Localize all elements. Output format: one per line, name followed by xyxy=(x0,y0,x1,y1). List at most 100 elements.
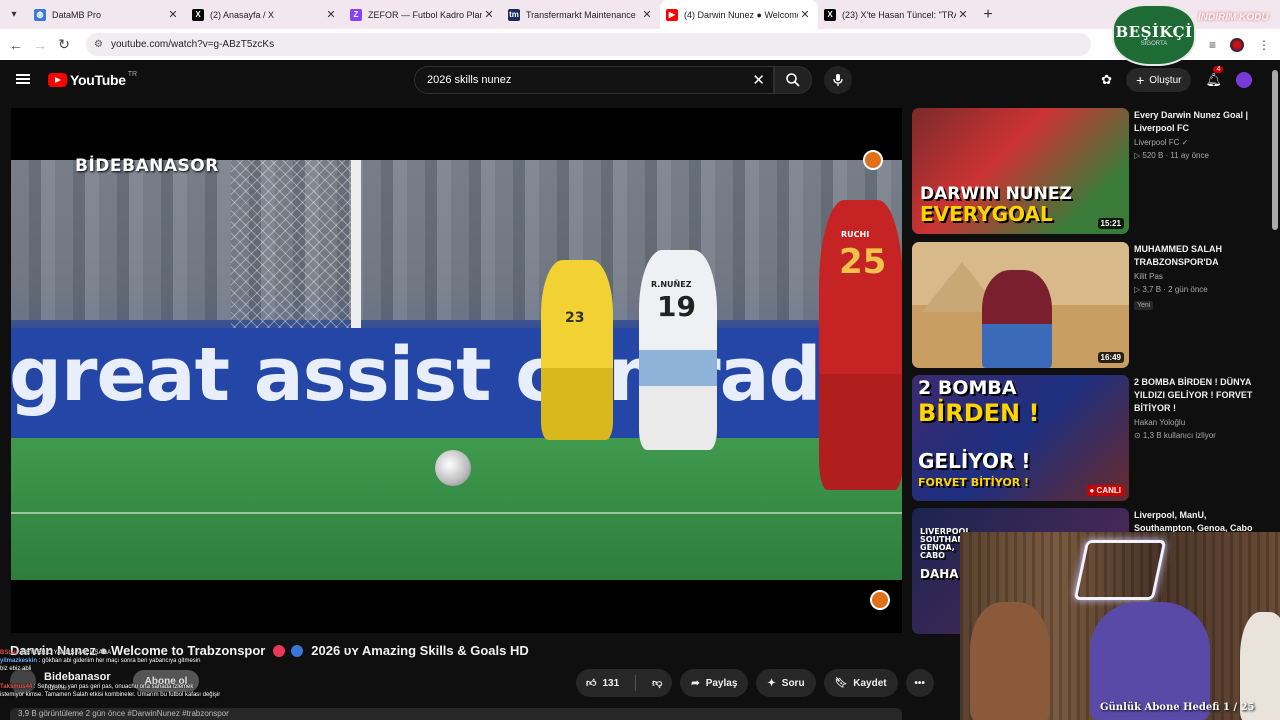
defender-name: RUCHI xyxy=(841,230,870,239)
reload-icon[interactable]: ↻ xyxy=(52,36,76,53)
browser-toolbar: ← → ↻ ⚙ youtube.com/watch?v=g-ABzT5zcKs … xyxy=(0,29,1280,60)
create-button[interactable]: + Oluştur xyxy=(1126,68,1192,92)
thumbnail-text: FORVET BİTİYOR ! xyxy=(918,476,1030,489)
close-icon[interactable]: ✕ xyxy=(324,8,338,21)
clear-search-icon[interactable]: ✕ xyxy=(752,71,765,89)
more-actions-button[interactable]: ••• xyxy=(905,669,934,697)
recommendation-item[interactable]: 2 BOMBA BİRDEN ! GELİYOR ! FORVET BİTİYO… xyxy=(912,375,1272,503)
chat-text: biz ebiz abli xyxy=(0,666,32,672)
share-label: Paylaş xyxy=(705,677,738,689)
tab-x-home[interactable]: X (2) Anasayfa / X ✕ xyxy=(186,0,344,29)
notification-badge: 4 xyxy=(1213,66,1224,73)
tab-youtube-active[interactable]: ▶ (4) Darwin Nunez ● Welcome to ✕ xyxy=(660,0,818,29)
close-icon[interactable]: ✕ xyxy=(166,8,180,21)
tab-x-hasan[interactable]: X (23) X'te Hasan Tüncel: "TRABZ ✕ xyxy=(818,0,976,29)
recommendation-title[interactable]: 2 BOMBA BİRDEN ! DÜNYA YILDIZI GELİYOR !… xyxy=(1134,376,1258,415)
search-button[interactable] xyxy=(774,66,812,94)
subscriber-goal-counter: Günlük Abone Hedefi 1 / 25 xyxy=(1100,702,1255,713)
video-thumbnail[interactable]: 2 BOMBA BİRDEN ! GELİYOR ! FORVET BİTİYO… xyxy=(912,375,1129,501)
video-thumbnail[interactable]: DARWIN NUNEZ EVERYGOAL 15:21 xyxy=(912,108,1129,234)
browser-tab-strip: ▾ ◍ DataMB Pro ✕ X (2) Anasayfa / X ✕ Z … xyxy=(0,0,1280,29)
url-text: youtube.com/watch?v=g-ABzT5zcKs xyxy=(110,39,275,50)
chat-message: yilmazkeskin : gökhan abi gideriim her m… xyxy=(0,658,201,664)
striker-name: R.NUÑEZ xyxy=(651,280,692,289)
share-button[interactable]: ➦ Paylaş xyxy=(680,669,749,697)
forward-arrow-icon[interactable]: → xyxy=(28,37,52,53)
close-icon[interactable]: ✕ xyxy=(798,8,812,21)
description-box[interactable]: 3,9 B görüntüleme 2 gün önce #DarwinNune… xyxy=(10,708,902,720)
tab-search-chevron-icon[interactable]: ▾ xyxy=(0,0,28,29)
recommendation-views: ▷ 3,7 B · 2 gün önce xyxy=(1134,285,1208,294)
streamer-person xyxy=(970,602,1050,720)
sponsor-badge-sub: SİGORTA xyxy=(1140,41,1168,47)
back-arrow-icon[interactable]: ← xyxy=(4,37,28,53)
plus-icon: + xyxy=(1136,72,1145,88)
chat-text: gökhan abi gideriim her maçı sonra ben y… xyxy=(42,658,201,664)
like-button[interactable]: 👍︎ 131 xyxy=(576,669,629,697)
youtube-logo[interactable]: YouTube TR xyxy=(48,71,137,88)
recommendation-views: ⊙ 1,3 B kullanıcı izliyor xyxy=(1134,431,1216,440)
video-player[interactable]: great assist comrad t 23 R.NUÑEZ 19 RUCH… xyxy=(11,108,902,633)
gift-icon[interactable]: ✿ xyxy=(1101,72,1112,88)
recommendation-item[interactable]: 16:49 MUHAMMED SALAH TRABZONSPOR'DA Kili… xyxy=(912,242,1272,370)
tab-zefor[interactable]: Z ZEFOR — Futbol Kadro Planlam ✕ xyxy=(344,0,502,29)
chat-text: Set oyunu, yan pas geri pas, onuachu ort… xyxy=(37,684,194,690)
streamer-webcam-overlay: Günlük Abone Hedefi 1 / 25 xyxy=(960,532,1280,720)
bookmark-icon: 🔖︎ xyxy=(834,677,848,689)
youtube-wordmark: YouTube xyxy=(70,72,126,88)
page-scrollbar[interactable] xyxy=(1272,70,1278,230)
site-info-icon[interactable]: ⚙ xyxy=(94,39,103,50)
recommendation-title[interactable]: MUHAMMED SALAH TRABZONSPOR'DA xyxy=(1134,243,1258,269)
tab-transfermarkt[interactable]: tm Transfermarkt Maintenance ✕ xyxy=(502,0,660,29)
dislike-button[interactable]: 👎︎ xyxy=(642,669,672,697)
chat-message: istemiyor kimse. Tamamen Salah etkisi ko… xyxy=(0,691,240,699)
new-tab-plus-icon[interactable]: + xyxy=(976,6,1000,24)
create-label: Oluştur xyxy=(1149,74,1182,86)
video-title-rest: 2026 ᴜʏ Amazing Skills & Goals HD xyxy=(311,643,529,658)
keeper-number: 23 xyxy=(565,310,585,326)
recommendation-channel[interactable]: Liverpool FC ✓ xyxy=(1134,138,1258,147)
thumbs-down-icon: 👎︎ xyxy=(652,678,663,689)
address-bar[interactable]: ⚙ youtube.com/watch?v=g-ABzT5zcKs xyxy=(86,33,1091,56)
search-input[interactable]: 2026 skills nunez ✕ xyxy=(414,66,774,94)
close-icon[interactable]: ✕ xyxy=(640,8,654,21)
reading-list-icon[interactable]: ≡ xyxy=(1209,38,1216,52)
youtube-favicon-icon: ▶ xyxy=(666,8,678,21)
tab-datamb[interactable]: ◍ DataMB Pro ✕ xyxy=(28,0,186,29)
divider xyxy=(635,675,637,691)
striker-figure: R.NUÑEZ 19 xyxy=(639,250,717,450)
voice-search-button[interactable] xyxy=(824,66,852,94)
close-icon[interactable]: ✕ xyxy=(482,8,496,21)
ad-board-text: great assist comrad t xyxy=(11,332,881,418)
close-icon[interactable]: ✕ xyxy=(956,8,970,21)
browser-menu-icon[interactable]: ⋮ xyxy=(1258,38,1270,52)
video-frame: great assist comrad t 23 R.NUÑEZ 19 RUCH… xyxy=(11,160,902,580)
transfermarkt-favicon-icon: tm xyxy=(508,8,520,21)
player-in-trabzonspor-kit xyxy=(982,270,1052,368)
recommendation-channel[interactable]: Hakan Yoloğlu xyxy=(1134,418,1258,427)
video-duration: 16:49 xyxy=(1097,352,1124,363)
account-avatar[interactable] xyxy=(1236,72,1252,88)
recommendation-item[interactable]: DARWIN NUNEZ EVERYGOAL 15:21 Every Darwi… xyxy=(912,108,1272,236)
save-button[interactable]: 🔖︎ Kaydet xyxy=(823,669,898,697)
ask-button[interactable]: ✦ Soru xyxy=(756,669,816,697)
recommendation-channel[interactable]: Kilit Pas xyxy=(1134,272,1258,281)
channel-watermark: BİDEBANASOR xyxy=(75,156,219,176)
menu-hamburger-icon[interactable] xyxy=(16,72,30,86)
chat-message: biz ebiz abli xyxy=(0,665,240,673)
like-count: 131 xyxy=(602,677,620,689)
channel-branding-icon[interactable] xyxy=(870,590,890,610)
bell-icon: 🔔︎ xyxy=(1205,72,1222,87)
notifications-button[interactable]: 🔔︎ 4 xyxy=(1205,66,1224,89)
x-favicon-icon: X xyxy=(192,8,204,21)
promo-code-label: İNDİRİM KODU xyxy=(1198,12,1269,23)
football xyxy=(435,450,471,486)
sponsor-badge: BEŞİKÇİ SİGORTA xyxy=(1112,4,1196,66)
stadium-stands xyxy=(11,160,902,320)
sponsor-badge-text: BEŞİKÇİ xyxy=(1115,23,1193,41)
profile-avatar[interactable] xyxy=(1230,37,1244,52)
recommendation-title[interactable]: Every Darwin Nunez Goal | Liverpool FC xyxy=(1134,109,1258,135)
video-thumbnail[interactable]: 16:49 xyxy=(912,242,1129,368)
video-duration: 15:21 xyxy=(1097,218,1124,229)
thumbnail-text: 2 BOMBA xyxy=(918,377,1017,399)
